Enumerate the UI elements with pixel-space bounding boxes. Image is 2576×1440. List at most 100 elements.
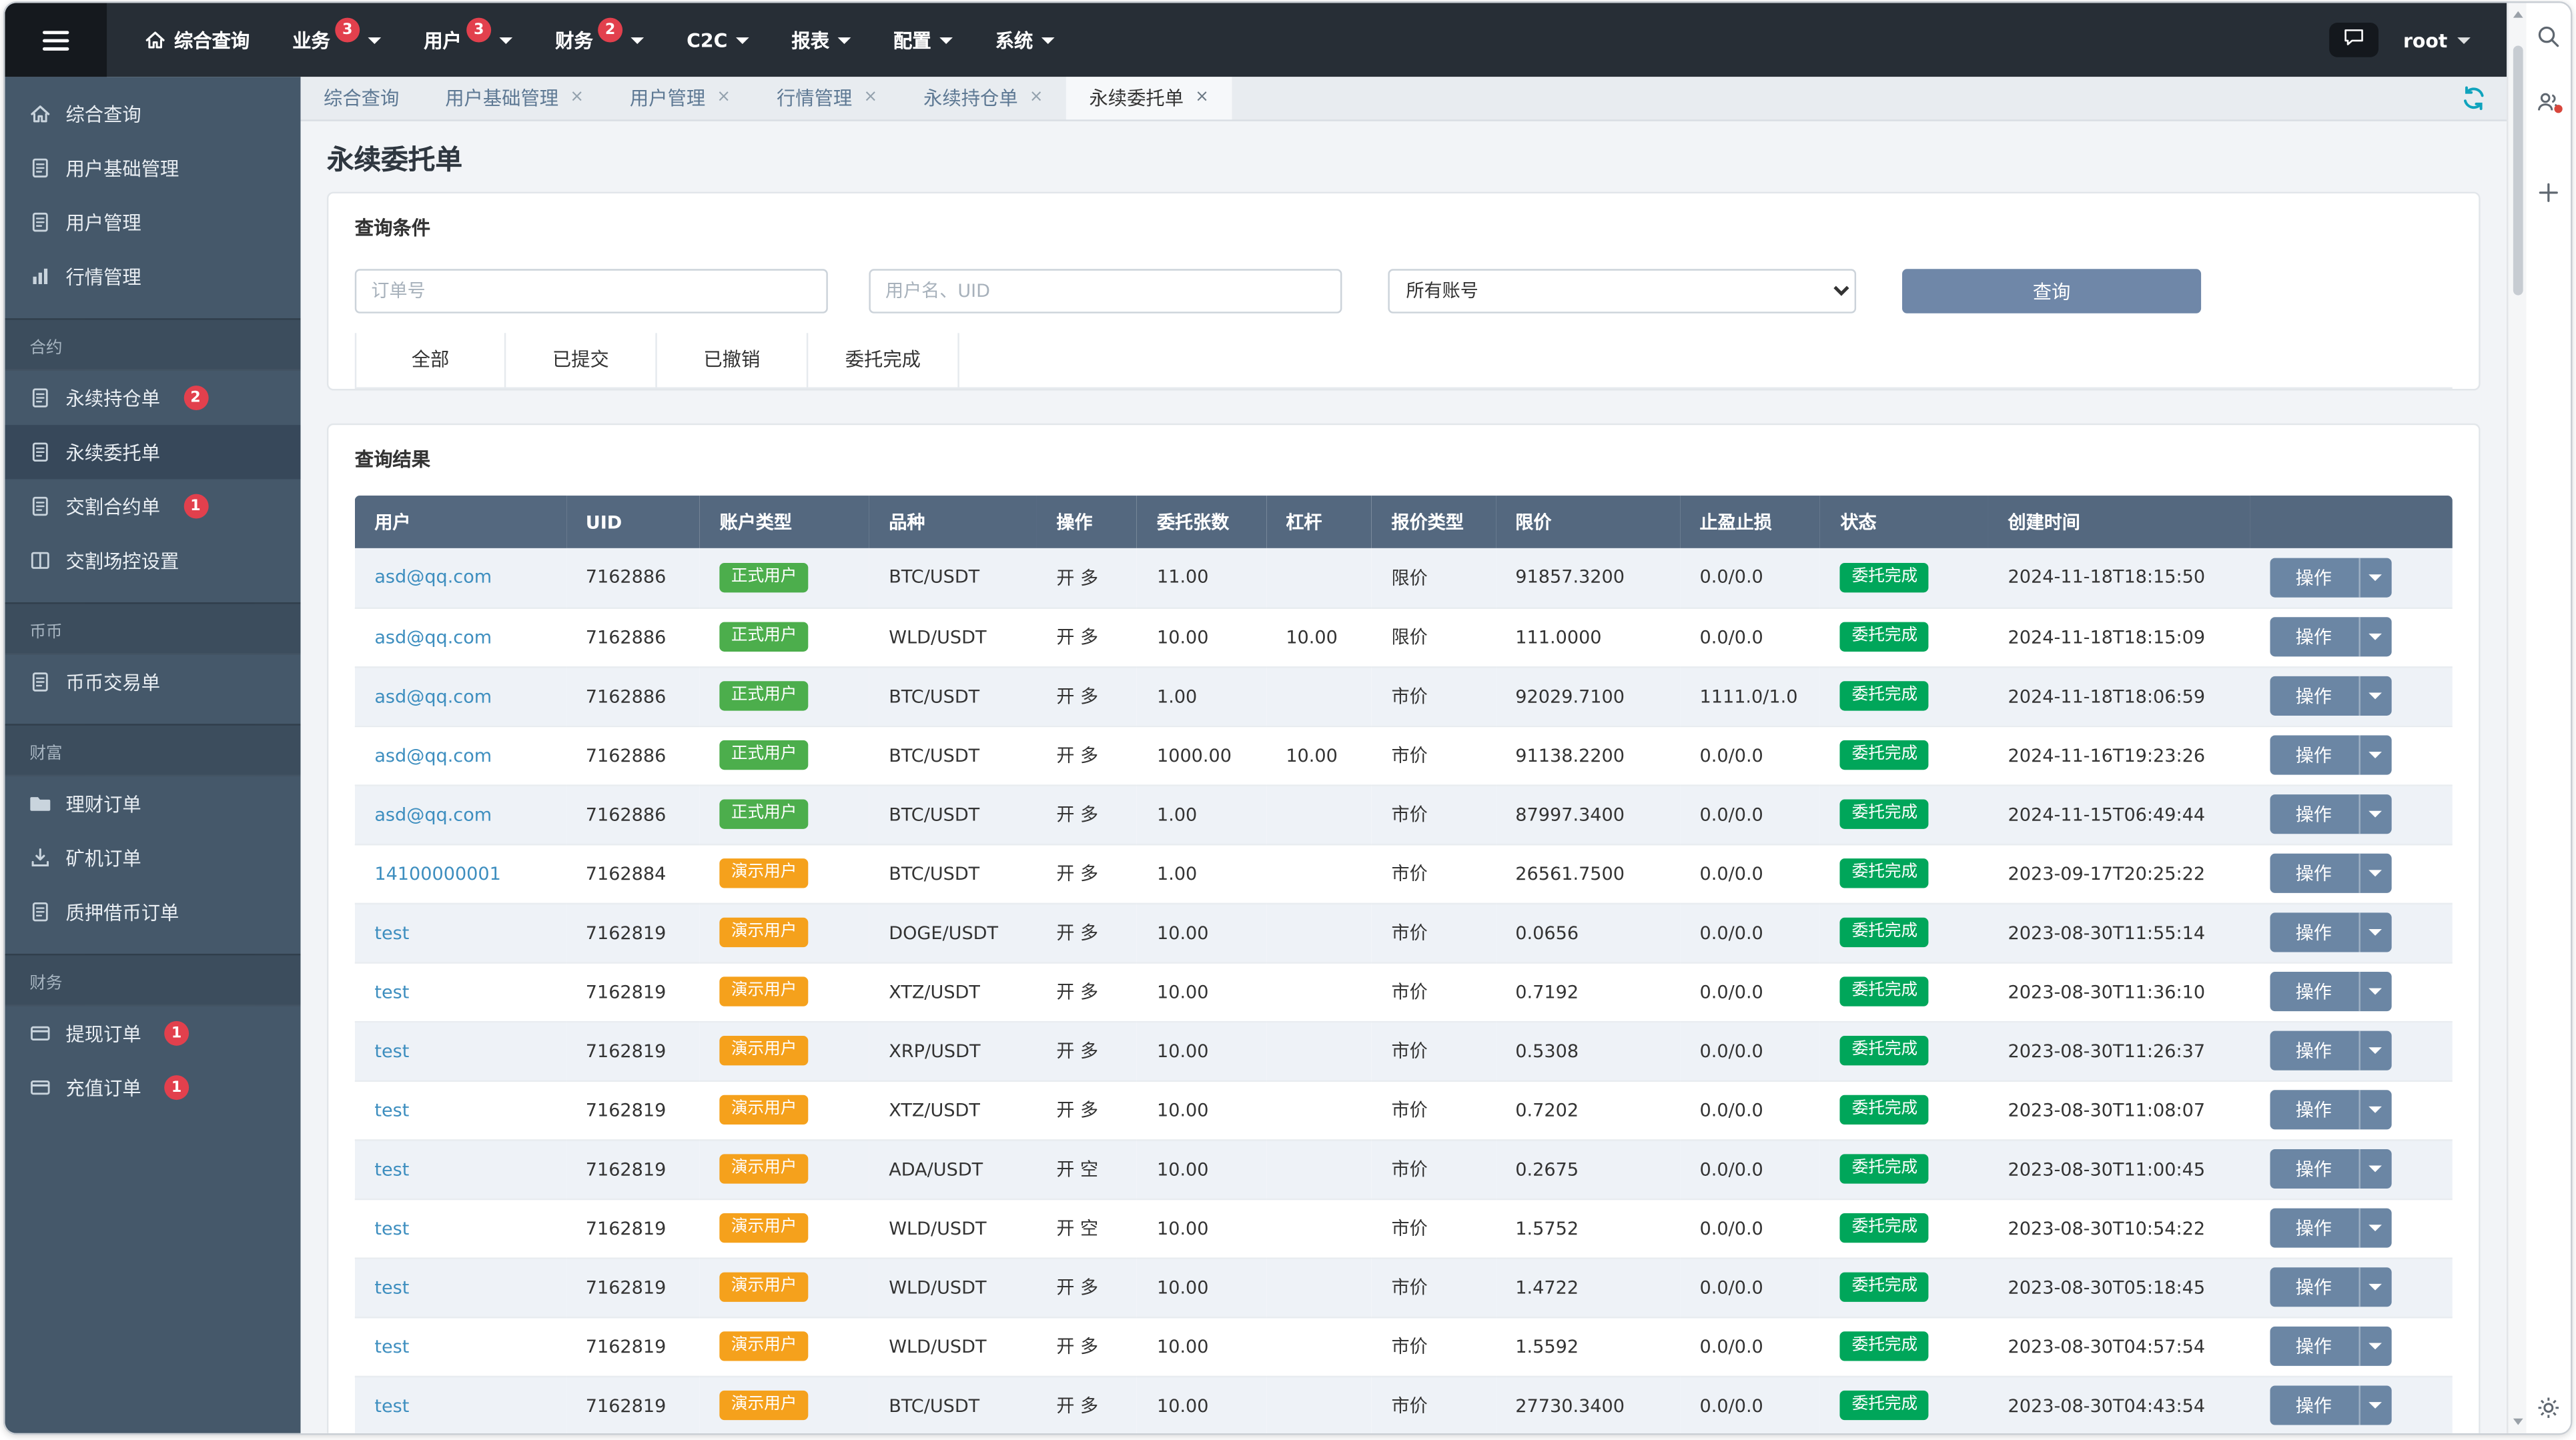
nav-item-business[interactable]: 业务 3 — [271, 3, 402, 77]
username-uid-input[interactable] — [869, 269, 1342, 313]
sidebar-item-perpetual-orders[interactable]: 永续委托单 — [5, 425, 301, 480]
row-action-dropdown[interactable] — [2358, 794, 2391, 834]
row-action-dropdown[interactable] — [2358, 972, 2391, 1012]
sidebar-item-perpetual-positions[interactable]: 永续持仓单 2 — [5, 371, 300, 425]
row-action-button[interactable]: 操作 — [2269, 972, 2391, 1012]
sidebar-item-spot-trades[interactable]: 币币交易单 — [5, 655, 300, 709]
row-action-dropdown[interactable] — [2358, 735, 2391, 775]
tab-user-management[interactable]: 用户管理 × — [606, 77, 753, 119]
sidebar-item-market-management[interactable]: 行情管理 — [5, 249, 300, 303]
filter-tab-submitted[interactable]: 已提交 — [506, 333, 657, 388]
created-cell: 2024-11-15T06:49:44 — [2008, 803, 2206, 825]
scroll-down-arrow-icon[interactable] — [2513, 1418, 2523, 1425]
row-action-dropdown[interactable] — [2358, 1385, 2391, 1425]
refresh-icon[interactable] — [2461, 85, 2487, 111]
tab-market-management[interactable]: 行情管理 × — [754, 77, 901, 119]
order-number-input[interactable] — [354, 269, 828, 313]
row-action-button[interactable]: 操作 — [2269, 1090, 2391, 1130]
row-action-dropdown[interactable] — [2358, 1267, 2391, 1307]
tab-close-icon[interactable]: × — [717, 89, 731, 107]
sidebar-item-user-management[interactable]: 用户管理 — [5, 195, 300, 249]
row-action-button[interactable]: 操作 — [2269, 853, 2391, 893]
search-button[interactable]: 查询 — [1901, 269, 2202, 313]
user-link[interactable]: test — [374, 981, 409, 1002]
tab-perpetual-orders[interactable]: 永续委托单 × — [1065, 77, 1232, 120]
sidebar-item-withdraw-orders[interactable]: 提现订单 1 — [5, 1006, 300, 1060]
user-link[interactable]: test — [374, 1277, 409, 1298]
row-action-button[interactable]: 操作 — [2269, 676, 2391, 716]
user-link[interactable]: test — [374, 1099, 409, 1121]
filter-tab-all[interactable]: 全部 — [354, 333, 506, 388]
user-link[interactable]: asd@qq.com — [374, 804, 492, 825]
user-menu[interactable]: root — [2403, 29, 2471, 51]
user-link[interactable]: 14100000001 — [374, 862, 501, 884]
nav-item-system[interactable]: 系统 — [974, 3, 1076, 77]
row-action-button[interactable]: 操作 — [2269, 735, 2391, 775]
user-link[interactable]: asd@qq.com — [374, 744, 492, 766]
user-link[interactable]: test — [374, 1335, 409, 1357]
nav-item-finance[interactable]: 财务 2 — [534, 3, 665, 77]
tab-close-icon[interactable]: × — [1029, 89, 1043, 107]
sidebar-item-overview[interactable]: 综合查询 — [5, 87, 300, 141]
row-action-dropdown[interactable] — [2358, 676, 2391, 716]
row-action-button[interactable]: 操作 — [2269, 1267, 2391, 1307]
user-cell: asd@qq.com — [355, 784, 566, 844]
row-action-button[interactable]: 操作 — [2269, 558, 2391, 598]
row-action-dropdown[interactable] — [2358, 912, 2391, 952]
sidebar-item-user-base-management[interactable]: 用户基础管理 — [5, 141, 300, 195]
row-action-dropdown[interactable] — [2358, 558, 2391, 598]
filter-tab-completed[interactable]: 委托完成 — [808, 333, 959, 388]
nav-item-config[interactable]: 配置 — [872, 3, 974, 77]
row-action-dropdown[interactable] — [2358, 1090, 2391, 1130]
user-link[interactable]: test — [374, 1158, 409, 1179]
user-link[interactable]: test — [374, 922, 409, 943]
row-action-button[interactable]: 操作 — [2269, 912, 2391, 952]
row-action-button[interactable]: 操作 — [2269, 794, 2391, 834]
row-action-button[interactable]: 操作 — [2269, 617, 2391, 657]
user-link[interactable]: asd@qq.com — [374, 567, 492, 588]
scrollbar-thumb[interactable] — [2512, 45, 2523, 295]
sidebar-item-pledge-loan-orders[interactable]: 质押借币订单 — [5, 885, 300, 939]
nav-item-c2c[interactable]: C2C — [665, 3, 770, 77]
messages-button[interactable] — [2329, 23, 2379, 57]
tab-close-icon[interactable]: × — [1195, 89, 1209, 107]
user-link[interactable]: test — [374, 1040, 409, 1061]
row-action-button[interactable]: 操作 — [2269, 1030, 2391, 1070]
tab-close-icon[interactable]: × — [863, 89, 877, 107]
sidebar-item-delivery-risk-settings[interactable]: 交割场控设置 — [5, 534, 300, 588]
tab-perpetual-positions[interactable]: 永续持仓单 × — [901, 77, 1066, 119]
user-link[interactable]: asd@qq.com — [374, 626, 492, 648]
row-action-dropdown[interactable] — [2358, 1326, 2391, 1366]
row-action-dropdown[interactable] — [2358, 1208, 2391, 1248]
page-scrollbar[interactable] — [2507, 3, 2527, 1433]
row-action-button[interactable]: 操作 — [2269, 1326, 2391, 1366]
filter-tab-cancelled[interactable]: 已撤销 — [657, 333, 809, 388]
account-type-select[interactable]: 所有账号 — [1388, 269, 1857, 313]
user-link[interactable]: asd@qq.com — [374, 685, 492, 706]
sidebar-item-delivery-contracts[interactable]: 交割合约单 1 — [5, 479, 300, 533]
search-icon[interactable] — [2536, 24, 2561, 49]
nav-item-reports[interactable]: 报表 — [770, 3, 872, 77]
sidebar-item-wealth-orders[interactable]: 理财订单 — [5, 776, 300, 830]
row-action-button[interactable]: 操作 — [2269, 1208, 2391, 1248]
row-action-button[interactable]: 操作 — [2269, 1385, 2391, 1425]
tab-overview[interactable]: 综合查询 — [301, 77, 422, 119]
nav-item-users[interactable]: 用户 3 — [402, 3, 534, 77]
gear-icon[interactable] — [2536, 1395, 2561, 1420]
row-action-dropdown[interactable] — [2358, 1030, 2391, 1070]
row-action-dropdown[interactable] — [2358, 1149, 2391, 1189]
tab-close-icon[interactable]: × — [570, 89, 584, 107]
row-action-button[interactable]: 操作 — [2269, 1149, 2391, 1189]
user-link[interactable]: test — [374, 1217, 409, 1239]
sidebar-item-deposit-orders[interactable]: 充值订单 1 — [5, 1060, 300, 1115]
row-action-dropdown[interactable] — [2358, 617, 2391, 657]
plus-icon[interactable] — [2536, 180, 2561, 205]
tab-user-base-management[interactable]: 用户基础管理 × — [422, 77, 607, 119]
user-link[interactable]: test — [374, 1395, 409, 1416]
scroll-up-arrow-icon[interactable] — [2513, 11, 2523, 18]
sidebar-item-miner-orders[interactable]: 矿机订单 — [5, 830, 300, 884]
profiles-icon[interactable] — [2536, 90, 2563, 115]
sidebar-toggle-icon[interactable] — [5, 3, 107, 77]
row-action-dropdown[interactable] — [2358, 853, 2391, 893]
nav-item-overview[interactable]: 综合查询 — [123, 3, 272, 77]
